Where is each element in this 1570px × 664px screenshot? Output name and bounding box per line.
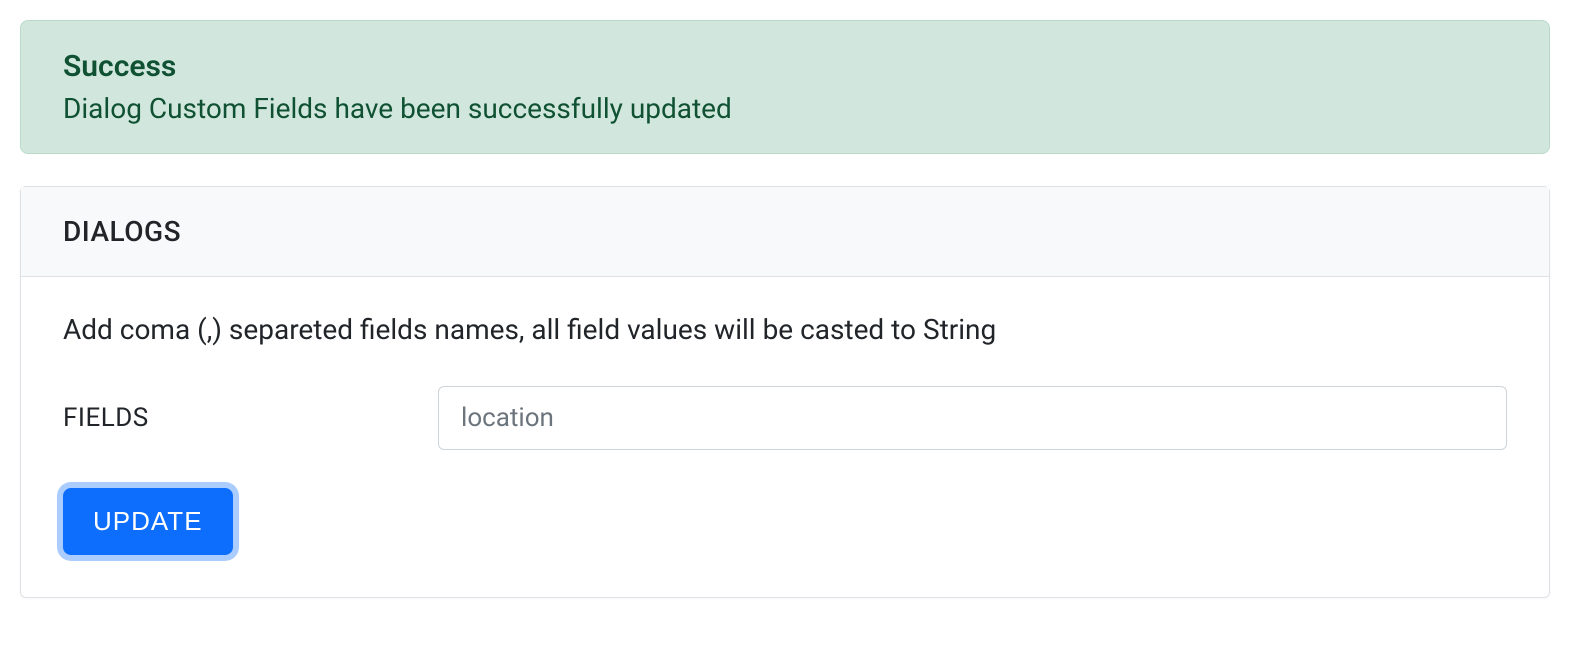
help-text: Add coma (,) separeted fields names, all… (63, 313, 1507, 346)
fields-label: FIELDS (63, 403, 438, 433)
success-alert: Success Dialog Custom Fields have been s… (20, 20, 1550, 154)
update-button[interactable]: UPDATE (63, 488, 233, 555)
dialogs-card: DIALOGS Add coma (,) separeted fields na… (20, 186, 1550, 598)
card-header: DIALOGS (21, 187, 1549, 277)
card-header-title: DIALOGS (63, 215, 1507, 248)
fields-form-row: FIELDS (63, 386, 1507, 450)
card-body: Add coma (,) separeted fields names, all… (21, 277, 1549, 597)
alert-title: Success (63, 49, 1507, 84)
fields-input[interactable] (438, 386, 1507, 450)
alert-message: Dialog Custom Fields have been successfu… (63, 92, 1507, 125)
